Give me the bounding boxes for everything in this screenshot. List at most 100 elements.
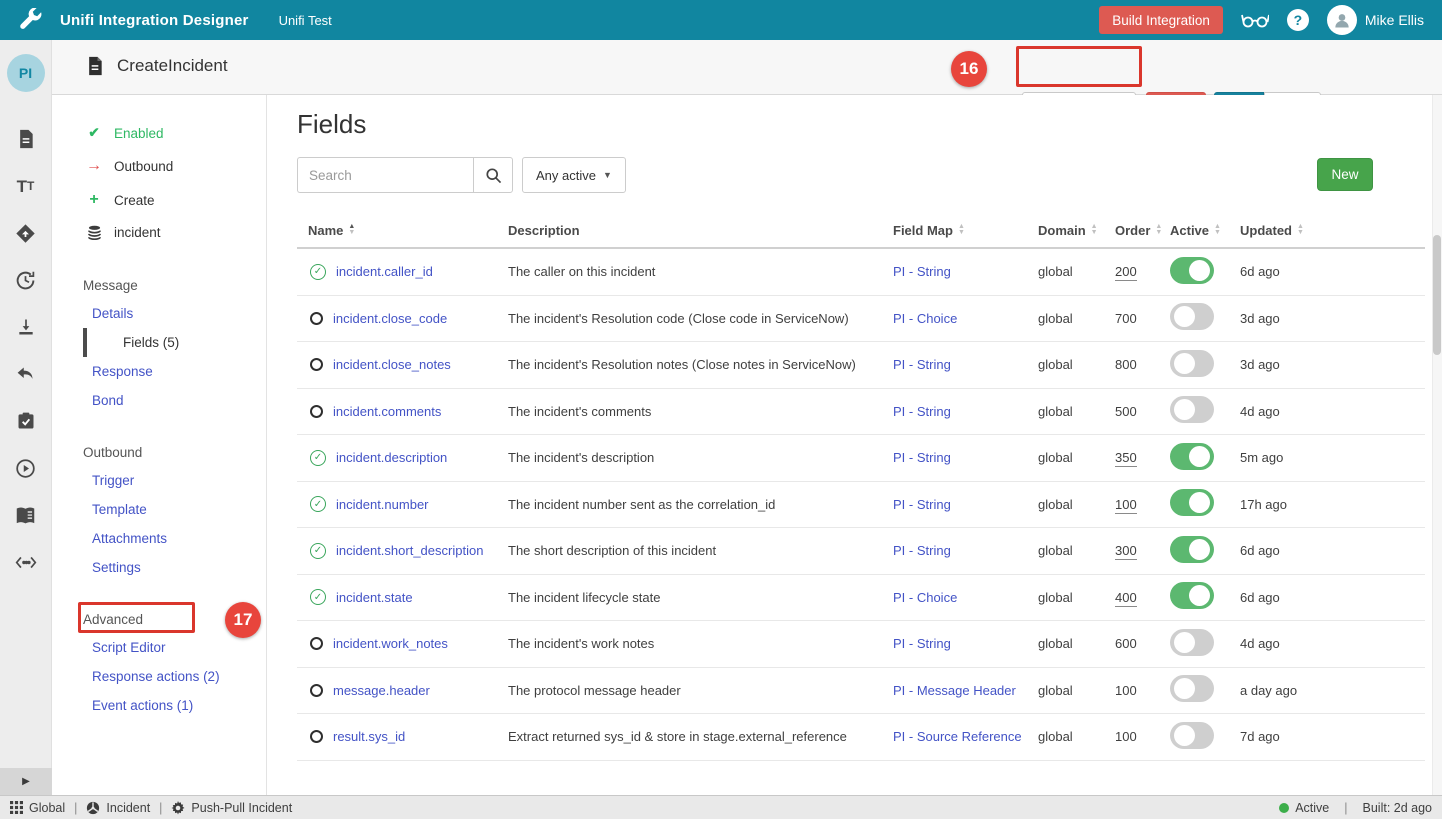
column-header-updated[interactable]: Updated▲▼ xyxy=(1240,223,1425,238)
column-header-active[interactable]: Active▲▼ xyxy=(1170,223,1240,238)
fields-table: Name ▲▼ Description Field Map▲▼ Domain▲▼… xyxy=(297,213,1425,761)
status-integration[interactable]: Push-Pull Incident xyxy=(171,801,292,815)
active-toggle[interactable] xyxy=(1170,629,1214,656)
active-toggle[interactable] xyxy=(1170,675,1214,702)
field-map-link[interactable]: PI - String xyxy=(893,264,951,279)
play-icon[interactable] xyxy=(15,457,37,479)
text-format-icon[interactable]: TT xyxy=(15,175,37,197)
knowledge-icon[interactable] xyxy=(15,504,37,526)
field-name-link[interactable]: result.sys_id xyxy=(333,729,405,744)
send-icon[interactable] xyxy=(15,222,37,244)
active-toggle[interactable] xyxy=(1170,257,1214,284)
field-map-link[interactable]: PI - Choice xyxy=(893,590,957,605)
active-toggle[interactable] xyxy=(1170,722,1214,749)
nav-item-attachments[interactable]: Attachments xyxy=(52,524,266,553)
code-icon[interactable] xyxy=(15,551,37,573)
integration-avatar[interactable]: PI xyxy=(7,54,45,92)
workspace-name: Unifi Test xyxy=(279,13,332,28)
nav-item-fields-active[interactable]: Fields (5) xyxy=(83,328,266,357)
field-name-link[interactable]: incident.caller_id xyxy=(336,264,433,279)
column-header-field-map[interactable]: Field Map▲▼ xyxy=(893,223,1038,238)
field-name-link[interactable]: incident.description xyxy=(336,450,447,465)
nav-item-trigger[interactable]: Trigger xyxy=(52,466,266,495)
new-field-button[interactable]: New xyxy=(1317,158,1373,191)
active-toggle[interactable] xyxy=(1170,489,1214,516)
nav-item-create[interactable]: + Create xyxy=(52,183,266,217)
field-order[interactable]: 200 xyxy=(1115,264,1137,281)
search-input[interactable] xyxy=(297,157,473,193)
active-toggle[interactable] xyxy=(1170,582,1214,609)
active-toggle[interactable] xyxy=(1170,536,1214,563)
nav-item-response[interactable]: Response xyxy=(52,357,266,386)
field-updated: 7d ago xyxy=(1240,729,1425,744)
download-icon[interactable] xyxy=(15,316,37,338)
document-icon[interactable] xyxy=(15,128,37,150)
field-name-link[interactable]: incident.short_description xyxy=(336,543,483,558)
nav-item-bond[interactable]: Bond xyxy=(52,386,266,415)
field-domain: global xyxy=(1038,450,1115,465)
message-navigation-panel: ✔ Enabled → Outbound + Create incident M… xyxy=(52,95,267,795)
active-toggle[interactable] xyxy=(1170,350,1214,377)
field-map-link[interactable]: PI - Source Reference xyxy=(893,729,1022,744)
field-map-link[interactable]: PI - String xyxy=(893,450,951,465)
build-integration-button[interactable]: Build Integration xyxy=(1099,6,1223,34)
field-name-link[interactable]: incident.comments xyxy=(333,404,441,419)
active-filter-dropdown[interactable]: Any active ▼ xyxy=(522,157,626,193)
help-icon[interactable]: ? xyxy=(1287,9,1309,31)
field-map-link[interactable]: PI - Choice xyxy=(893,311,957,326)
history-icon[interactable] xyxy=(15,269,37,291)
nav-item-script-editor[interactable]: Script Editor xyxy=(52,633,266,662)
column-header-order[interactable]: Order▲▼ xyxy=(1115,223,1170,238)
nav-item-outbound[interactable]: → Outbound xyxy=(52,149,266,183)
field-name-link[interactable]: incident.work_notes xyxy=(333,636,448,651)
field-name-link[interactable]: incident.close_code xyxy=(333,311,447,326)
nav-item-response-actions[interactable]: Response actions (2) xyxy=(52,662,266,691)
tasks-icon[interactable] xyxy=(15,410,37,432)
field-name-link[interactable]: incident.state xyxy=(336,590,413,605)
field-order[interactable]: 400 xyxy=(1115,590,1137,607)
field-map-link[interactable]: PI - Message Header xyxy=(893,683,1016,698)
nav-item-enabled[interactable]: ✔ Enabled xyxy=(52,117,266,149)
field-name-link[interactable]: message.header xyxy=(333,683,430,698)
message-title: CreateIncident xyxy=(117,56,228,76)
field-name-link[interactable]: incident.close_notes xyxy=(333,357,451,372)
search-button[interactable] xyxy=(473,157,513,193)
field-order[interactable]: 600 xyxy=(1115,636,1137,651)
column-header-domain[interactable]: Domain▲▼ xyxy=(1038,223,1115,238)
field-map-link[interactable]: PI - String xyxy=(893,357,951,372)
vertical-scrollbar[interactable] xyxy=(1432,95,1442,795)
status-application[interactable]: Incident xyxy=(86,801,150,815)
active-toggle[interactable] xyxy=(1170,303,1214,330)
nav-item-settings[interactable]: Settings xyxy=(52,553,266,582)
status-scope[interactable]: Global xyxy=(10,801,65,815)
field-order[interactable]: 700 xyxy=(1115,311,1137,326)
field-order[interactable]: 100 xyxy=(1115,497,1137,514)
user-menu[interactable]: Mike Ellis xyxy=(1327,5,1424,35)
field-order[interactable]: 100 xyxy=(1115,729,1137,744)
column-header-description[interactable]: Description xyxy=(508,223,893,238)
field-map-link[interactable]: PI - String xyxy=(893,636,951,651)
nav-item-template[interactable]: Template xyxy=(52,495,266,524)
nav-item-details[interactable]: Details xyxy=(52,299,266,328)
active-toggle[interactable] xyxy=(1170,396,1214,423)
field-order[interactable]: 500 xyxy=(1115,404,1137,419)
field-order[interactable]: 350 xyxy=(1115,450,1137,467)
field-order[interactable]: 300 xyxy=(1115,543,1137,560)
column-header-name[interactable]: Name ▲▼ xyxy=(297,223,508,238)
nav-item-event-actions[interactable]: Event actions (1) xyxy=(52,691,266,720)
spectacles-icon[interactable] xyxy=(1241,12,1269,28)
sidebar-expand-button[interactable]: ▶ xyxy=(0,768,52,795)
scrollbar-thumb[interactable] xyxy=(1433,235,1441,355)
field-map-link[interactable]: PI - String xyxy=(893,404,951,419)
field-description: Extract returned sys_id & store in stage… xyxy=(508,729,893,744)
field-order[interactable]: 100 xyxy=(1115,683,1137,698)
field-order[interactable]: 800 xyxy=(1115,357,1137,372)
field-map-link[interactable]: PI - String xyxy=(893,497,951,512)
field-name-link[interactable]: incident.number xyxy=(336,497,429,512)
nav-item-incident[interactable]: incident xyxy=(52,217,266,248)
undo-icon[interactable] xyxy=(15,363,37,385)
field-map-link[interactable]: PI - String xyxy=(893,543,951,558)
active-toggle[interactable] xyxy=(1170,443,1214,470)
nav-section-outbound: Outbound Trigger Template Attachments Se… xyxy=(52,439,266,582)
app-window: Unifi Integration Designer Unifi Test Bu… xyxy=(0,0,1442,819)
